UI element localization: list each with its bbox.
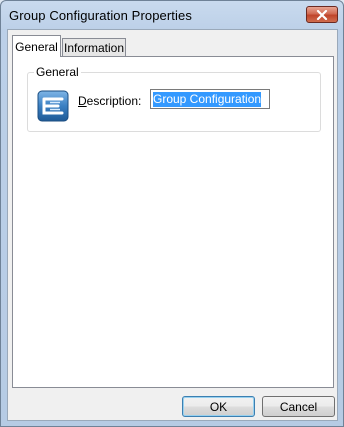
tab-information-label: Information (63, 41, 125, 55)
tab-general-label: General (15, 39, 58, 54)
window-title: Group Configuration Properties (9, 8, 192, 23)
cancel-button[interactable]: Cancel (262, 396, 335, 417)
description-value: Group Configuration (153, 92, 262, 107)
description-accesskey: D (78, 94, 87, 108)
general-tab-panel: General Description: Group Configuration (12, 56, 334, 388)
ok-button[interactable]: OK (182, 396, 255, 417)
close-button[interactable] (306, 6, 338, 23)
properties-dialog: Group Configuration Properties General I… (0, 0, 344, 427)
close-icon (316, 9, 328, 20)
tab-general[interactable]: General (12, 35, 61, 57)
groupbox-label: General (34, 65, 81, 79)
description-label: Description: (78, 94, 141, 108)
description-label-text: escription: (86, 94, 142, 108)
group-configuration-icon (37, 90, 69, 122)
general-groupbox: General Description: Group Configuration (27, 65, 321, 132)
cancel-button-label: Cancel (279, 399, 318, 414)
title-bar[interactable]: Group Configuration Properties (1, 1, 343, 29)
dialog-client-area: General Information General Description:… (7, 29, 338, 421)
description-input[interactable]: Group Configuration (150, 89, 270, 109)
tab-information[interactable]: Information (62, 38, 126, 57)
ok-button-label: OK (209, 399, 228, 414)
